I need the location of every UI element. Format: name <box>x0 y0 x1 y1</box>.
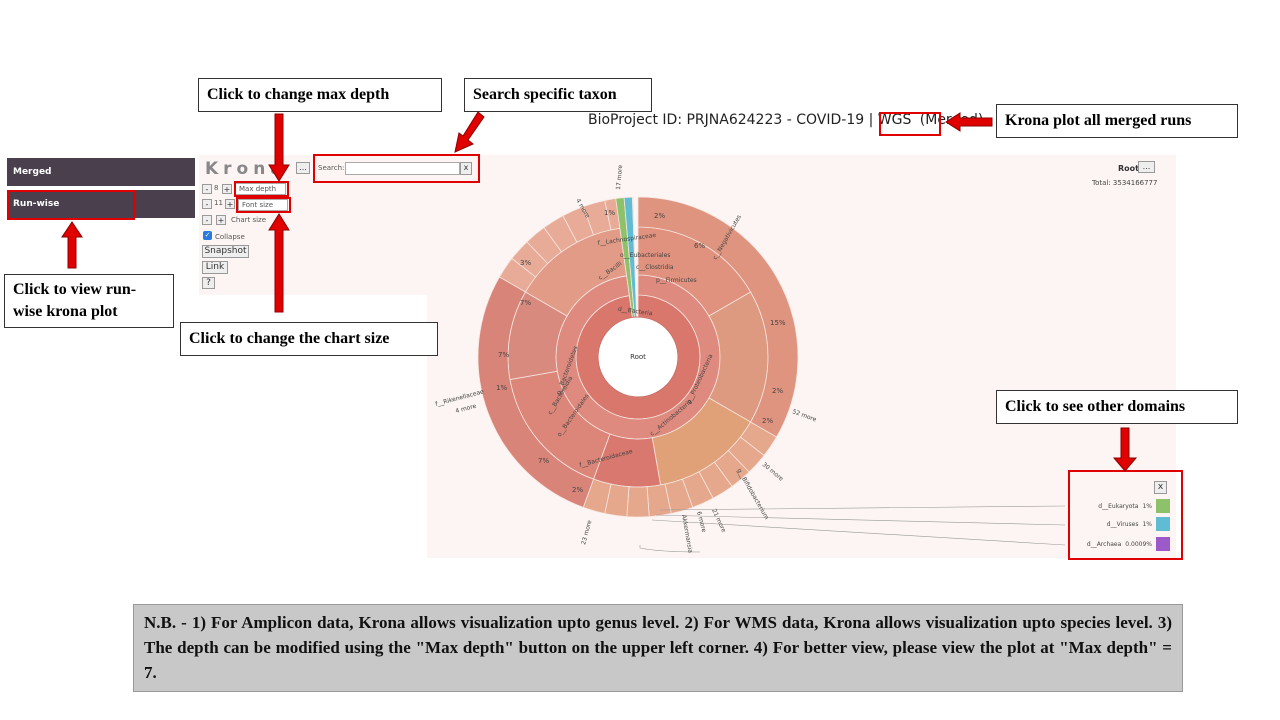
font-minus-button[interactable]: - <box>202 199 212 209</box>
chart-minus-button[interactable]: - <box>202 215 212 225</box>
more-17-label: 17 more <box>615 164 624 190</box>
callout-domains: Click to see other domains <box>996 390 1238 424</box>
font-plus-button[interactable]: + <box>225 199 235 209</box>
outer-wedge[interactable] <box>626 486 650 518</box>
sidebar-merged-button[interactable]: Merged <box>7 158 195 186</box>
max-depth-highlight <box>234 181 289 197</box>
pct-3-label: 3% <box>520 259 531 267</box>
more-23-label: 23 more <box>580 519 593 545</box>
pct-15-label: 15% <box>770 319 786 327</box>
pct-7b-label: 7% <box>538 457 549 465</box>
snapshot-button[interactable]: Snapshot <box>202 245 249 258</box>
eubacteriales-label: o__Eubacteriales <box>620 252 670 259</box>
font-size-highlight <box>236 197 291 213</box>
arrow-up-runwise <box>61 221 83 269</box>
pct-2a-label: 2% <box>772 387 783 395</box>
clostridia-label: c__Clostridia <box>636 264 674 271</box>
callout-chart-size: Click to change the chart size <box>180 322 438 356</box>
bioproject-title: BioProject ID: PRJNA624223 - COVID-19 | … <box>588 112 912 128</box>
callout-runwise: Click to view run-wise krona plot <box>4 274 174 328</box>
font-value: 11 <box>214 199 223 207</box>
note-box: N.B. - 1) For Amplicon data, Krona allow… <box>133 604 1183 692</box>
depth-value: 8 <box>214 184 219 192</box>
pct-2b-label: 2% <box>762 417 773 425</box>
chart-plus-button[interactable]: + <box>216 215 226 225</box>
more-21-label: 21 more <box>710 508 727 534</box>
pct-2c-label: 2% <box>572 486 583 494</box>
help-button[interactable]: ? <box>202 277 215 289</box>
merged-tag-highlight <box>879 112 941 136</box>
callout-merged: Krona plot all merged runs <box>996 104 1238 138</box>
krona-logo-text: Krona <box>205 159 287 179</box>
search-highlight <box>313 154 480 183</box>
arrow-diag-search <box>454 111 485 153</box>
firmicutes-label: p__Firmicutes <box>656 277 697 284</box>
pct-6-label: 6% <box>694 242 705 250</box>
collapse-checkbox[interactable]: ✓ <box>203 231 212 240</box>
pct-1a-label: 1% <box>604 209 615 217</box>
link-button[interactable]: Link <box>202 261 228 274</box>
pct-1b-label: 1% <box>496 384 507 392</box>
more-6-label: 6 more <box>695 511 707 534</box>
collapse-label: Collapse <box>215 233 245 241</box>
plot-root-label: Root <box>630 353 646 361</box>
depth-plus-button[interactable]: + <box>222 184 232 194</box>
depth-minus-button[interactable]: - <box>202 184 212 194</box>
more-52-label: 52 more <box>791 408 817 423</box>
akkermansia-label: Akkermansia <box>680 514 694 554</box>
krona-sunburst[interactable]: Root d__Bacteria p__Firmicutes c__Bacill… <box>427 155 1176 558</box>
domains-highlight <box>1068 470 1183 560</box>
bifidobacterium-label: g__Bifidobacterium <box>735 468 770 521</box>
pct-7a-label: 7% <box>498 351 509 359</box>
more-30-label: 30 more <box>761 461 785 483</box>
callout-max-depth: Click to change max depth <box>198 78 442 112</box>
pct-2d-label: 2% <box>654 212 665 220</box>
chart-size-label: Chart size <box>231 216 267 224</box>
more-4b-label: 4 more <box>455 403 478 415</box>
logo-dots-button[interactable]: ... <box>296 162 310 174</box>
pct-7c-label: 7% <box>520 299 531 307</box>
krona-logo: Krona <box>205 159 287 179</box>
callout-search: Search specific taxon <box>464 78 652 112</box>
runwise-highlight <box>7 190 135 220</box>
rikenellaceae-label: f__Rikenellaceae <box>435 388 485 408</box>
